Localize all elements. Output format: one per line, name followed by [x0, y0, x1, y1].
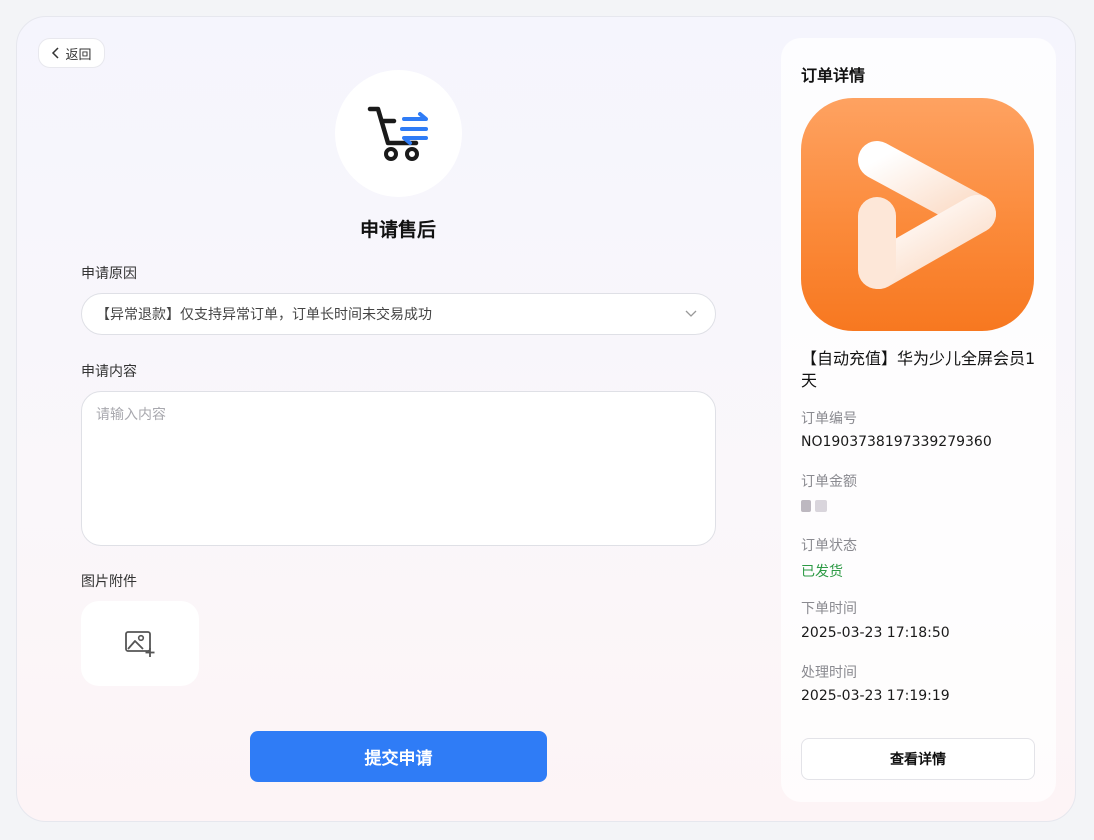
image-add-icon — [125, 630, 155, 657]
order-status-label: 订单状态 — [801, 538, 857, 554]
attachment-label: 图片附件 — [81, 574, 137, 590]
reason-label: 申请原因 — [81, 266, 137, 282]
content-label: 申请内容 — [81, 364, 137, 380]
order-number-value: NO1903738197339279360 — [801, 434, 992, 450]
image-upload-button[interactable] — [81, 601, 199, 686]
content-textarea[interactable] — [81, 391, 716, 546]
cart-icon — [367, 106, 428, 161]
reason-select[interactable]: 【异常退款】仅支持异常订单，订单长时间未交易成功 — [81, 293, 716, 335]
order-processed-value: 2025-03-23 17:19:19 — [801, 688, 950, 704]
order-processed-label: 处理时间 — [801, 665, 857, 681]
order-amount-label: 订单金额 — [801, 474, 857, 490]
view-details-button[interactable]: 查看详情 — [801, 738, 1035, 780]
order-status-value: 已发货 — [801, 564, 843, 580]
order-details-title: 订单详情 — [801, 66, 866, 85]
reason-select-value: 【异常退款】仅支持异常订单，订单长时间未交易成功 — [96, 307, 432, 323]
order-created-value: 2025-03-23 17:18:50 — [801, 625, 950, 641]
product-app-icon — [801, 98, 1034, 331]
back-button[interactable]: 返回 — [38, 38, 105, 68]
chevron-down-icon — [685, 310, 697, 317]
order-created-label: 下单时间 — [801, 601, 857, 617]
cart-icon-badge — [335, 70, 462, 197]
order-amount-masked — [801, 500, 827, 512]
chevron-left-icon — [52, 47, 60, 59]
order-number-label: 订单编号 — [801, 411, 857, 427]
submit-button[interactable]: 提交申请 — [250, 731, 547, 782]
product-name: 【自动充值】华为少儿全屏会员1天 — [801, 349, 1036, 390]
page-title: 申请售后 — [359, 219, 436, 241]
order-details-card: 订单详情 【自动充值】华为少儿全屏会员1天 订单编号 NO19037381973… — [781, 38, 1056, 802]
back-label: 返回 — [65, 47, 92, 63]
app-play-icon — [858, 141, 996, 289]
main-panel: 返回 申请售后 申请原因 【异常退款】仅支持异常订单，订单长时间未交易成功 申请… — [16, 16, 1076, 822]
